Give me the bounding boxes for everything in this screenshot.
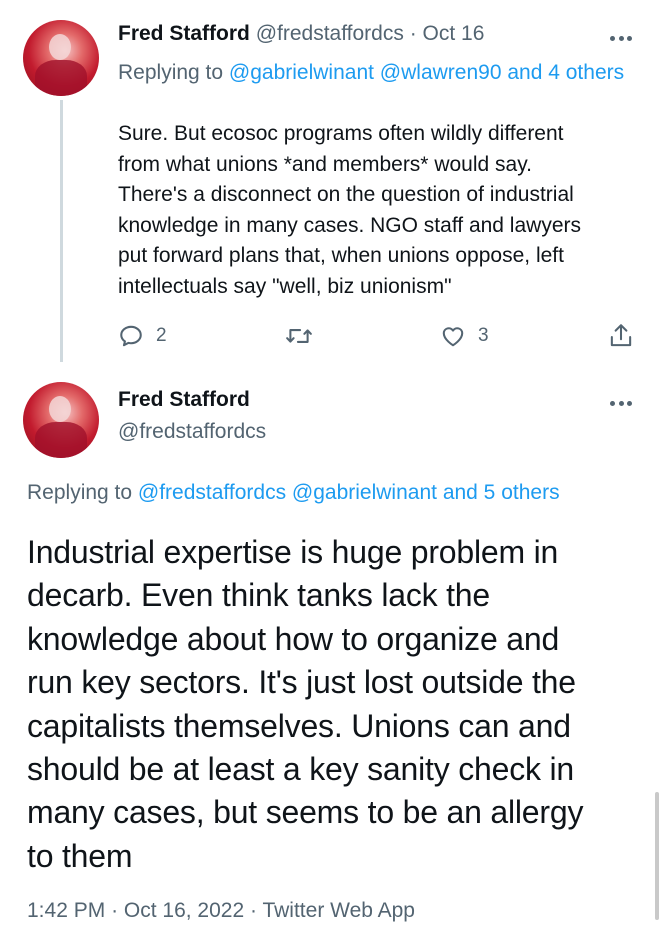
retweet-button[interactable] (285, 320, 325, 352)
avatar[interactable] (23, 382, 99, 458)
reply-icon (120, 325, 142, 347)
retweet-icon (286, 329, 312, 343)
tweet-text-line: Industrial expertise is huge problem in (27, 534, 559, 570)
reply-count: 2 (156, 325, 167, 346)
tweet-time[interactable]: 1:42 PM (27, 899, 105, 922)
display-name[interactable]: Fred Stafford (118, 388, 250, 412)
meta-separator: · (250, 899, 257, 922)
replying-to: Replying to @fredstaffordcs @gabrielwina… (27, 481, 560, 505)
more-icon[interactable] (610, 33, 632, 43)
replying-to: Replying to @gabrielwinant @wlawren90 an… (118, 58, 628, 88)
share-button[interactable] (608, 320, 634, 352)
tweet-text-line: should be at least a key sanity check in (27, 751, 574, 788)
like-icon (442, 327, 464, 347)
tweet-actions: 2 3 (118, 320, 638, 352)
tweet-thread: Fred Stafford @fredstaffordcs · Oct 16 R… (0, 0, 662, 952)
replying-prefix: Replying to (118, 61, 224, 84)
replying-mentions[interactable]: @gabrielwinant @wlawren90 (229, 61, 502, 84)
tweet-text-line: knowledge about how to organize and (27, 620, 560, 657)
tweet-source[interactable]: Twitter Web App (262, 899, 415, 922)
replying-prefix: Replying to (27, 481, 133, 504)
replying-others-link[interactable]: and 4 others (507, 61, 624, 84)
tweet-text-line: There's a disconnect on the question of … (118, 183, 574, 206)
meta-separator: · (111, 899, 119, 922)
more-icon[interactable] (610, 398, 632, 408)
main-tweet-text: Industrial expertise is huge problem in … (27, 531, 642, 878)
tweet-text-line: put forward plans that, when unions oppo… (118, 244, 564, 267)
tweet-text-line: many cases, but seems to be an allergy (27, 794, 584, 831)
tweet-text-line: capitalists themselves. Unions can and (27, 707, 571, 744)
tweet-text-line: decarb. Even think tanks lack the (27, 577, 490, 614)
replying-mentions[interactable]: @fredstaffordcs @gabrielwinant (138, 481, 437, 504)
tweet-full-date[interactable]: Oct 16, 2022 (124, 899, 244, 922)
tweet-text-line: knowledge in many cases. NGO staff and l… (118, 213, 581, 237)
reply-button[interactable]: 2 (118, 320, 167, 352)
parent-tweet-header: Fred Stafford @fredstaffordcs · Oct 16 (118, 22, 484, 46)
handle[interactable]: @fredstaffordcs (118, 420, 266, 444)
tweet-text-line: from what unions *and members* would say… (118, 152, 532, 176)
like-button[interactable]: 3 (440, 320, 489, 352)
avatar[interactable] (23, 20, 99, 96)
like-count: 3 (478, 325, 489, 346)
thread-connector-line (60, 100, 63, 362)
tweet-text-line: Sure. But ecosoc programs often wildly d… (118, 122, 564, 145)
tweet-text-line: run key sectors. It's just lost outside … (27, 664, 576, 701)
replying-others-link[interactable]: and 5 others (443, 481, 560, 504)
tweet-date[interactable]: Oct 16 (423, 22, 485, 45)
tweet-metadata: 1:42 PM · Oct 16, 2022 · Twitter Web App (27, 899, 415, 923)
parent-tweet-text: Sure. But ecosoc programs often wildly d… (118, 119, 638, 302)
tweet-text-line: intellectuals say "well, biz unionism" (118, 274, 452, 298)
scrollbar[interactable] (655, 792, 659, 920)
separator: · (409, 22, 417, 45)
display-name[interactable]: Fred Stafford (118, 22, 250, 45)
share-icon (610, 324, 632, 347)
tweet-text-line: to them (27, 837, 133, 874)
handle[interactable]: @fredstaffordcs (256, 22, 404, 45)
